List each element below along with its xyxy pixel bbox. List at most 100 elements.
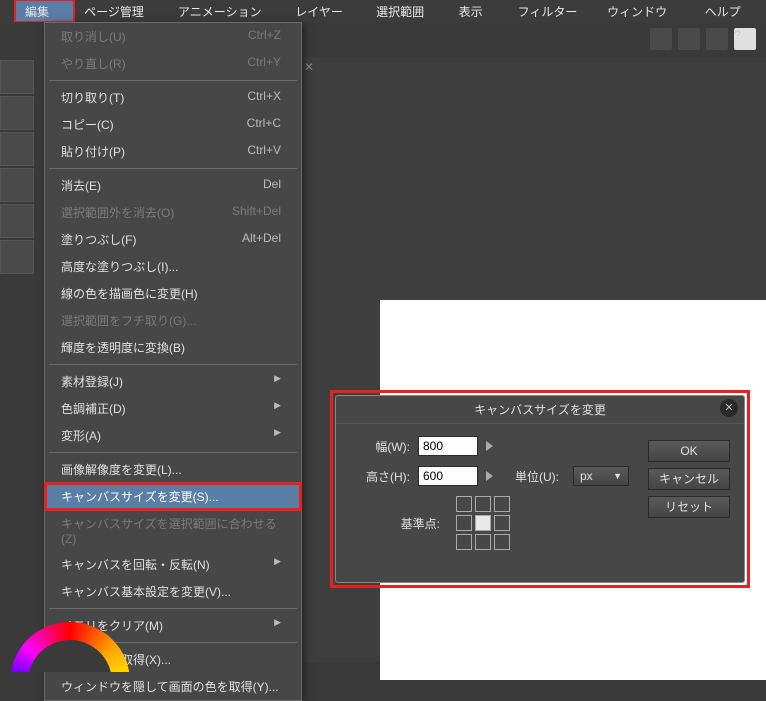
menubar: 編集(E) ページ管理(P) アニメーション(A) レイヤー(L) 選択範囲(S… [0,0,766,22]
menuitem-label: 切り取り(T) [61,89,124,106]
menuitem-label: キャンバスサイズを変更(S)... [61,488,219,505]
width-input[interactable] [418,436,478,456]
anchor-ml[interactable] [456,515,472,531]
separator [49,80,297,81]
tool-btn-1[interactable] [0,60,34,94]
tool-btn-2[interactable] [0,96,34,130]
submenu-arrow-icon: ▶ [274,556,281,573]
chevron-down-icon: ▼ [613,471,622,481]
menu-filter[interactable]: フィルター(I) [508,0,597,22]
menuitem-shortcut: Ctrl+Y [247,55,281,72]
dialog-close-button[interactable]: ✕ [720,399,738,417]
menu-edit[interactable]: 編集(E) [15,0,74,22]
menuitem-fill[interactable]: 塗りつぶし(F) Alt+Del [45,226,301,253]
menuitem-bright-alpha[interactable]: 輝度を透明度に変換(B) [45,334,301,361]
menuitem-label: 線の色を描画色に変更(H) [61,285,198,302]
anchor-mr[interactable] [494,515,510,531]
edit-dropdown: 取り消し(U) Ctrl+Z やり直し(R) Ctrl+Y 切り取り(T) Ct… [44,22,302,701]
anchor-tr[interactable] [494,496,510,512]
menuitem-cut[interactable]: 切り取り(T) Ctrl+X [45,84,301,111]
dialog-highlight: キャンバスサイズを変更 ✕ 幅(W): 高さ(H): 単位(U): px ▼ [330,390,750,588]
menuitem-label: キャンバスサイズを選択範囲に合わせる(Z) [61,515,281,546]
toolbar-icon-1[interactable] [650,28,672,50]
unit-select[interactable]: px ▼ [573,466,629,486]
slider-arrow-icon[interactable] [486,471,493,481]
menuitem-label: 色調補正(D) [61,400,126,417]
menuitem-shortcut: Shift+Del [232,204,281,221]
menuitem-label: 変形(A) [61,427,101,444]
menuitem-change-resolution[interactable]: 画像解像度を変更(L)... [45,456,301,483]
menuitem-label: 消去(E) [61,177,101,194]
tool-btn-3[interactable] [0,132,34,166]
toolbar-help-icon[interactable]: ? [734,28,756,50]
menuitem-paste[interactable]: 貼り付け(P) Ctrl+V [45,138,301,165]
anchor-center[interactable] [475,515,491,531]
menuitem-label: 輝度を透明度に変換(B) [61,339,185,356]
separator [49,364,297,365]
reset-button[interactable]: リセット [648,496,730,518]
menuitem-label: 画像解像度を変更(L)... [61,461,182,478]
cancel-button[interactable]: キャンセル [648,468,730,490]
menuitem-pick-hidden[interactable]: ウィンドウを隠して画面の色を取得(Y)... [45,673,301,700]
tool-btn-6[interactable] [0,240,34,274]
anchor-tl[interactable] [456,496,472,512]
dialog-titlebar: キャンバスサイズを変更 ✕ [336,396,744,424]
menu-view[interactable]: 表示(V) [449,0,508,22]
unit-value: px [580,469,593,483]
separator [49,168,297,169]
menuitem-redo[interactable]: やり直し(R) Ctrl+Y [45,50,301,77]
tool-btn-4[interactable] [0,168,34,202]
menu-help[interactable]: ヘルプ(H) [695,0,766,22]
tool-btn-5[interactable] [0,204,34,238]
menuitem-line-to-draw[interactable]: 線の色を描画色に変更(H) [45,280,301,307]
menuitem-undo[interactable]: 取り消し(U) Ctrl+Z [45,23,301,50]
slider-arrow-icon[interactable] [486,441,493,451]
dialog-button-column: OK キャンセル リセット [648,436,730,560]
menuitem-shortcut: Ctrl+V [247,143,281,160]
anchor-tc[interactable] [475,496,491,512]
menuitem-register-material[interactable]: 素材登録(J) ▶ [45,368,301,395]
menuitem-label: 取り消し(U) [61,28,126,45]
height-input[interactable] [418,466,478,486]
menuitem-rotate-flip[interactable]: キャンバスを回転・反転(N) ▶ [45,551,301,578]
menuitem-sel-outline: 選択範囲をフチ取り(G)... [45,307,301,334]
height-row: 高さ(H): 単位(U): px ▼ [350,466,648,486]
tab-close-icon[interactable]: ✕ [304,60,316,72]
menuitem-copy[interactable]: コピー(C) Ctrl+C [45,111,301,138]
menuitem-canvas-props[interactable]: キャンバス基本設定を変更(V)... [45,578,301,605]
dialog-title-text: キャンバスサイズを変更 [474,403,606,417]
submenu-arrow-icon: ▶ [274,617,281,634]
menuitem-label: 塗りつぶし(F) [61,231,136,248]
menu-page[interactable]: ページ管理(P) [74,0,168,22]
menu-selection[interactable]: 選択範囲(S) [366,0,449,22]
submenu-arrow-icon: ▶ [274,400,281,417]
color-wheel[interactable] [0,612,140,672]
menu-window[interactable]: ウィンドウ(W) [597,0,694,22]
anchor-bc[interactable] [475,534,491,550]
menuitem-clear-outside: 選択範囲外を消去(O) Shift+Del [45,199,301,226]
menuitem-transform[interactable]: 変形(A) ▶ [45,422,301,449]
menuitem-shortcut: Ctrl+C [247,116,281,133]
anchor-bl[interactable] [456,534,472,550]
toolbar-icon-3[interactable] [706,28,728,50]
width-label: 幅(W): [350,438,410,455]
menu-layer[interactable]: レイヤー(L) [285,0,366,22]
separator [49,452,297,453]
menuitem-shortcut: Ctrl+Z [248,28,281,45]
menuitem-label: キャンバスを回転・反転(N) [61,556,210,573]
menuitem-canvas-size[interactable]: キャンバスサイズを変更(S)... [45,483,301,510]
anchor-label: 基準点: [350,515,440,532]
anchor-grid [456,496,510,550]
toolbar-icon-2[interactable] [678,28,700,50]
anchor-br[interactable] [494,534,510,550]
separator [49,608,297,609]
menuitem-clear[interactable]: 消去(E) Del [45,172,301,199]
menuitem-adv-fill[interactable]: 高度な塗りつぶし(I)... [45,253,301,280]
menuitem-tone[interactable]: 色調補正(D) ▶ [45,395,301,422]
width-row: 幅(W): [350,436,648,456]
unit-label: 単位(U): [515,468,559,485]
ok-button[interactable]: OK [648,440,730,462]
menuitem-label: キャンバス基本設定を変更(V)... [61,583,231,600]
menuitem-shortcut: Ctrl+X [247,89,281,106]
menu-animation[interactable]: アニメーション(A) [168,0,285,22]
